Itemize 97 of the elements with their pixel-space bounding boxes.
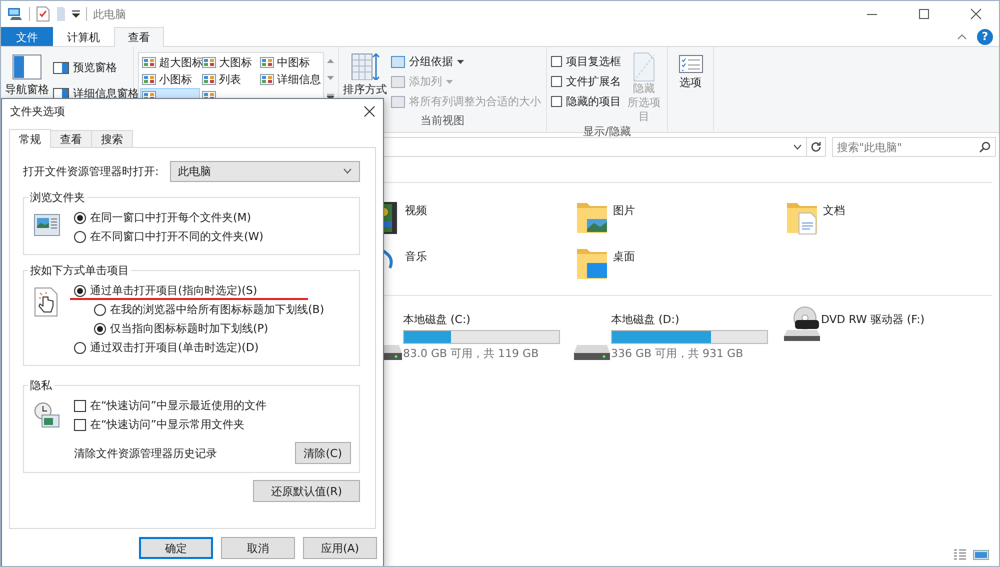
clock-pictures-icon [34,402,60,428]
dialog-tab[interactable]: 常规 [9,129,51,148]
options-icon[interactable] [678,55,702,73]
search-field[interactable]: 搜索"此电脑" [832,137,996,157]
layout-option[interactable]: 详细信息 [258,71,322,88]
maximize-icon[interactable] [918,8,930,20]
window-title: 此电脑 [93,6,126,22]
field-label: 打开文件资源管理器时打开: [23,164,159,178]
close-icon[interactable] [364,106,375,116]
computer-icon[interactable] [7,6,23,22]
ribbon-button[interactable]: 分组依据 [409,54,453,69]
view-icon [142,74,156,85]
folder-name[interactable]: 文档 [823,199,845,218]
group-caption: 显示/隐藏 [582,124,632,139]
option-label[interactable]: 通过双击打开项目(单击时选定)(D) [90,340,259,355]
refresh-icon[interactable] [810,141,822,153]
drive-name[interactable]: 本地磁盘 (C:) [403,308,560,327]
checkbox[interactable] [74,418,86,430]
column-icon [391,56,405,68]
chevron-up-icon[interactable] [957,34,967,40]
hand-pointer-icon [34,287,58,317]
option-label[interactable]: 在同一窗口中打开每个文件夹(M) [90,210,252,225]
radio-button[interactable] [74,342,86,354]
option-label[interactable]: 仅当指向图标标题时加下划线(P) [110,321,268,336]
group-title: 浏览文件夹 [29,190,86,205]
dialog-button[interactable]: 取消 [221,537,295,559]
description-text: 清除文件资源管理器历史记录 [74,446,217,460]
close-icon[interactable] [970,8,982,20]
sort-icon[interactable] [350,52,380,80]
dropdown[interactable]: 此电脑 [170,160,360,182]
expand-icon[interactable] [327,94,334,100]
radio-button[interactable] [74,230,86,242]
group-title: 隐私 [29,378,53,393]
caret-icon[interactable] [72,10,80,18]
dvd-drive-icon[interactable] [783,306,821,342]
column-icon [391,76,405,88]
radio-button[interactable] [74,212,86,224]
option-label[interactable]: 在我的浏览器中给所有图标标题加下划线(B) [110,302,324,317]
drive-name[interactable]: DVD RW 驱动器 (F:) [821,308,925,327]
dialog-button[interactable]: 应用(A) [303,537,377,559]
layout-option[interactable]: 列表 [200,71,258,88]
option-label[interactable]: 在“快速访问”中显示常用文件夹 [90,417,244,432]
radio-button[interactable] [74,284,86,296]
group-title: 按如下方式单击项目 [29,263,130,278]
checkbox-label[interactable]: 文件扩展名 [566,74,621,89]
layout-option[interactable]: 超大图标 [140,54,200,71]
ribbon-button[interactable]: 选项 [680,75,702,90]
dialog-title: 文件夹选项 [10,104,65,118]
ribbon-tab[interactable]: 查看 [114,27,164,47]
group-caption: 当前视图 [420,113,466,129]
view-icon [260,74,274,85]
drive-name[interactable]: 本地磁盘 (D:) [611,308,768,327]
view-icon [202,74,216,85]
checkbox[interactable] [551,76,562,87]
chevron-down-icon [343,168,352,174]
view-icon [142,57,156,68]
ribbon-tab[interactable]: 文件 [1,27,53,46]
checkbox-label[interactable]: 项目复选框 [566,54,621,69]
view-icon [202,57,216,68]
folder-name[interactable]: 音乐 [405,245,427,264]
ribbon-button[interactable]: 排序方式 [343,82,387,97]
navigation-pane-icon[interactable] [12,52,42,80]
folder-name[interactable]: 视频 [405,199,427,218]
option-label[interactable]: 在“快速访问”中显示最近使用的文件 [90,398,266,413]
checkbox[interactable] [551,56,562,67]
radio-button[interactable] [94,322,106,334]
radio-button[interactable] [94,304,106,316]
checkbox-label[interactable]: 隐藏的项目 [566,94,621,109]
checkbox[interactable] [74,400,86,412]
ribbon-button[interactable]: 导航窗格 [5,82,49,97]
details-view-icon[interactable] [953,549,967,561]
option-label[interactable]: 通过单击打开项目(指向时选定)(S) [90,283,258,298]
drive-space: 83.0 GB 可用，共 119 GB [403,346,540,361]
restore-defaults-button[interactable]: 还原默认值(R) [253,480,360,502]
pane-icon [53,62,69,74]
view-icon [260,57,274,68]
dialog-button[interactable]: 确定 [139,537,213,559]
help-button[interactable]: ? [977,28,993,44]
dialog-tab[interactable]: 查看 [50,130,92,147]
folder-name[interactable]: 图片 [613,199,635,218]
dialog-tab[interactable]: 搜索 [91,130,133,147]
clear-button[interactable]: 清除(C) [294,442,351,464]
chevron-down-icon[interactable] [793,144,802,150]
column-icon [391,96,405,108]
scroll-down-icon[interactable] [327,76,334,80]
scroll-up-icon[interactable] [327,58,334,63]
ribbon-button[interactable]: 预览窗格 [73,60,117,75]
properties-icon[interactable] [36,6,50,22]
checkbox[interactable] [551,96,562,107]
tiles-view-icon[interactable] [973,549,989,561]
layout-option[interactable]: 小图标 [140,71,200,88]
ribbon-tab[interactable]: 计算机 [53,27,114,46]
layout-option[interactable]: 中图标 [258,54,322,71]
folder-name[interactable]: 桌面 [613,245,635,264]
window-icon [34,214,60,236]
drive-space: 336 GB 可用，共 931 GB [611,346,744,361]
option-label[interactable]: 在不同窗口中打开不同的文件夹(W) [90,229,264,244]
